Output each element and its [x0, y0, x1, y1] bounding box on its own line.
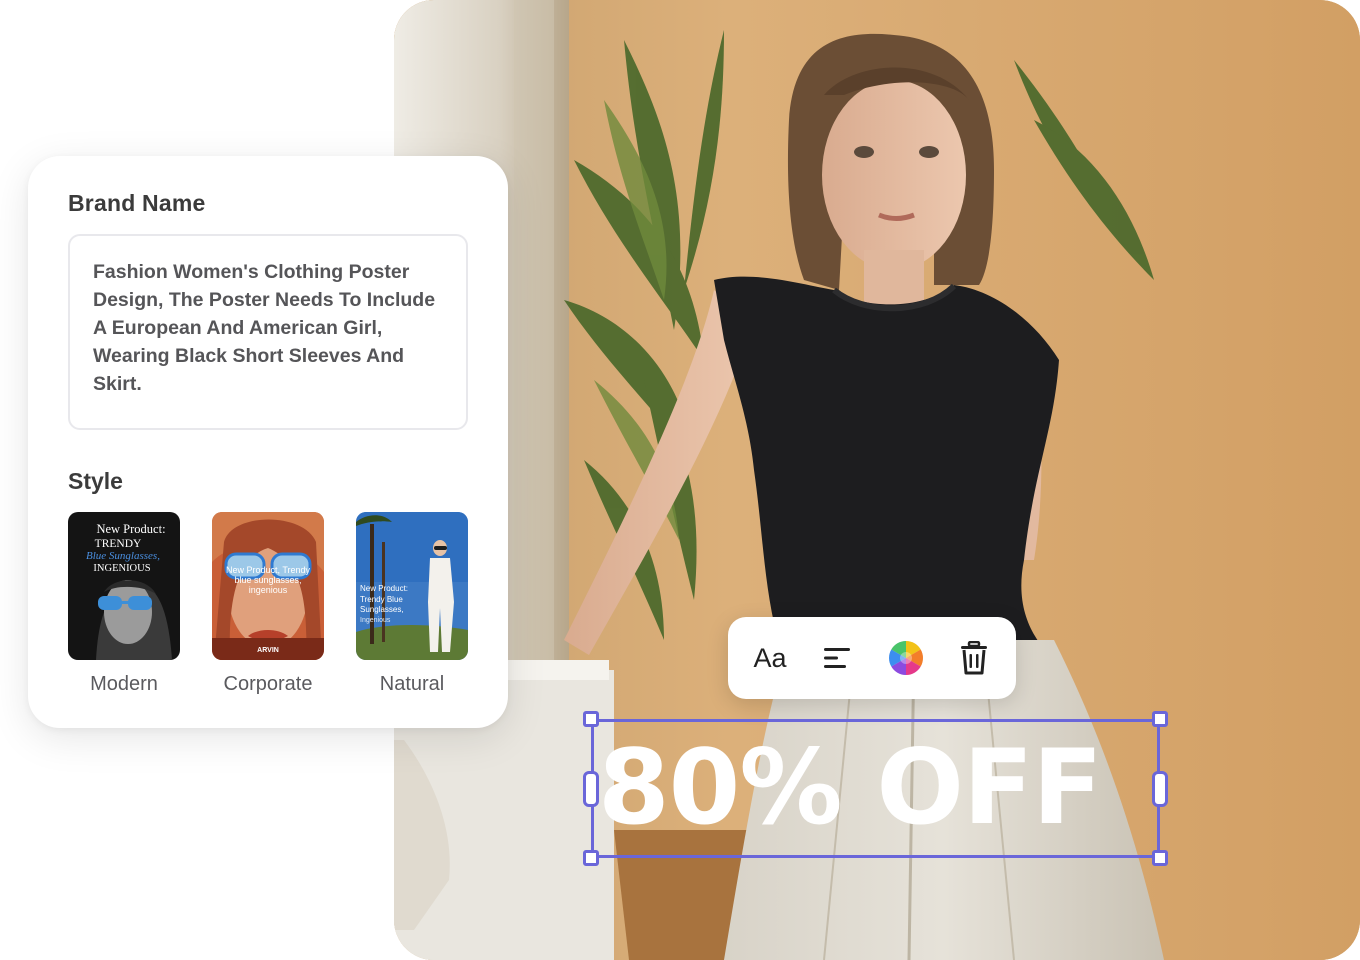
style-label-natural[interactable]: Natural	[356, 673, 468, 696]
font-icon[interactable]: Aa	[750, 638, 790, 678]
style-label-modern[interactable]: Modern	[68, 673, 180, 696]
resize-handle-left[interactable]	[583, 771, 599, 807]
modern-poster-line-1: New Product:	[96, 522, 165, 536]
trash-icon[interactable]	[954, 638, 994, 678]
modern-poster-thumbnail: New Product: TRENDY Blue Sunglasses, ING…	[68, 512, 180, 660]
text-edit-toolbar: Aa	[728, 617, 1016, 699]
resize-handle-top-right[interactable]	[1152, 711, 1168, 727]
corporate-poster-thumbnail: New Product, Trendy blue sunglasses, ing…	[212, 512, 324, 660]
corporate-poster-line-1: New Product, Trendy	[226, 565, 311, 575]
prompt-textarea[interactable]: Fashion Women's Clothing Poster Design, …	[68, 234, 468, 430]
style-option-modern[interactable]: New Product: TRENDY Blue Sunglasses, ING…	[68, 512, 180, 660]
natural-poster-line-3: Sunglasses,	[360, 605, 404, 614]
style-option-natural[interactable]: New Product: Trendy Blue Sunglasses, Ing…	[356, 512, 468, 660]
resize-handle-bottom-right[interactable]	[1152, 850, 1168, 866]
resize-handle-bottom-left[interactable]	[583, 850, 599, 866]
modern-poster-line-4: INGENIOUS	[93, 563, 150, 574]
natural-poster-line-1: New Product:	[360, 584, 408, 593]
corporate-poster-line-3: ingenious	[249, 585, 288, 595]
style-option-corporate[interactable]: New Product, Trendy blue sunglasses, ing…	[212, 512, 324, 660]
style-heading: Style	[68, 468, 123, 494]
corporate-poster-brand: ARVIN	[257, 647, 279, 654]
color-wheel-icon[interactable]	[886, 638, 926, 678]
natural-poster-line-2: Trendy Blue	[360, 595, 403, 604]
style-label-corporate[interactable]: Corporate	[212, 673, 324, 696]
modern-poster-line-3: Blue Sunglasses,	[86, 550, 160, 562]
resize-handle-top-left[interactable]	[583, 711, 599, 727]
brand-name-heading: Brand Name	[68, 190, 206, 216]
modern-poster-line-2: TRENDY	[95, 538, 142, 550]
align-left-icon[interactable]	[817, 638, 857, 678]
resize-handle-right[interactable]	[1152, 771, 1168, 807]
natural-poster-line-4: Ingenious	[360, 617, 391, 624]
generator-form-card: Brand Name Fashion Women's Clothing Post…	[28, 156, 508, 728]
text-selection-box[interactable]	[591, 719, 1160, 858]
corporate-poster-line-2: blue sunglasses,	[234, 575, 301, 585]
natural-poster-thumbnail: New Product: Trendy Blue Sunglasses, Ing…	[356, 512, 468, 660]
